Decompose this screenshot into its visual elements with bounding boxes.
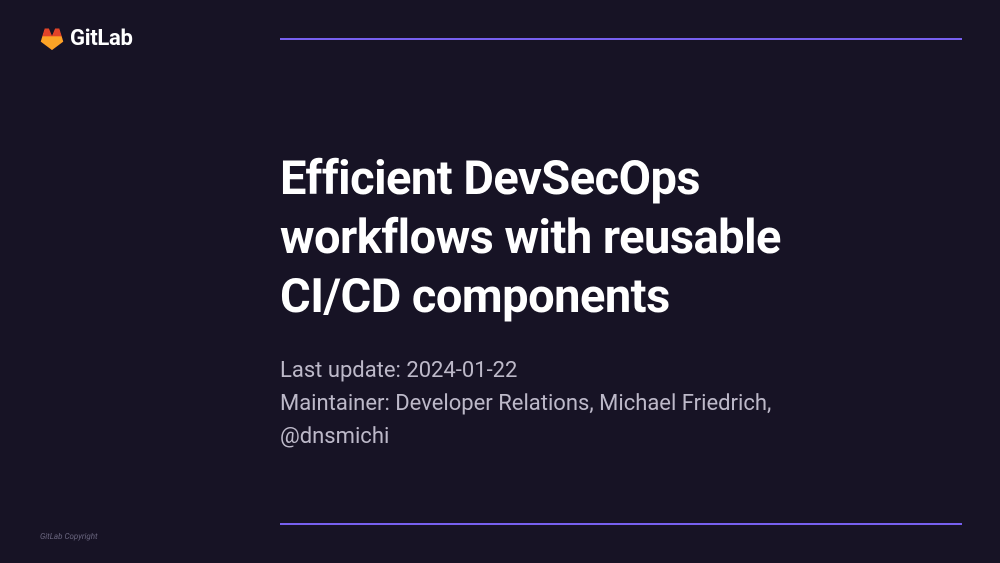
maintainer: Maintainer: Developer Relations, Michael… [280,387,940,453]
brand-logo: GitLab [40,26,133,51]
brand-name: GitLab [70,26,133,51]
slide-meta: Last update: 2024-01-22 Maintainer: Deve… [280,354,940,453]
copyright: GitLab Copyright [40,532,98,541]
slide-title: Efficient DevSecOps workflows with reusa… [280,150,940,326]
slide-content: Efficient DevSecOps workflows with reusa… [280,150,940,453]
divider-bottom [280,523,962,525]
divider-top [280,38,962,40]
gitlab-icon [40,28,64,50]
last-update: Last update: 2024-01-22 [280,354,940,387]
